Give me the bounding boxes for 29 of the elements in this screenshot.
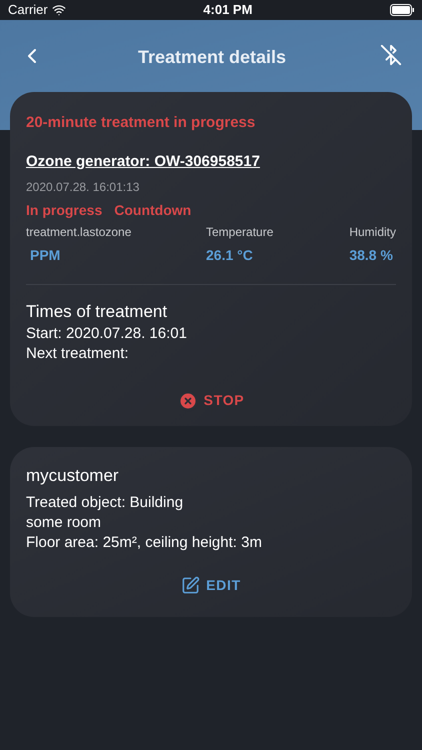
timestamp: 2020.07.28. 16:01:13 (26, 178, 140, 196)
bluetooth-off-button[interactable] (380, 44, 402, 66)
status-label: Countdown (114, 200, 192, 220)
close-icon (178, 390, 198, 410)
customer-name: mycustomer (26, 465, 120, 487)
time-line: Next treatment: (26, 344, 130, 364)
object-detail: Treated object: Building (26, 492, 184, 512)
metric-label: treatment.lastozone (26, 224, 132, 240)
wifi-icon (52, 3, 66, 17)
object-detail: Floor area: 25m², ceiling height: 3m (26, 532, 263, 552)
stop-button[interactable]: STOP (178, 390, 244, 411)
metric-value: PPM (29, 246, 62, 264)
carrier-label: Carrier (8, 1, 48, 20)
battery-icon (390, 4, 414, 16)
time-line: Start: 2020.07.28. 16:01 (26, 324, 188, 344)
screen-title: Treatment details (138, 46, 286, 69)
metric-label: Temperature (206, 224, 274, 240)
bluetooth-off-icon (380, 44, 402, 66)
clock: 4:01 PM (203, 1, 252, 20)
object-detail: some room (26, 512, 102, 532)
metric-value: 38.8 % (349, 246, 394, 264)
edit-icon (181, 576, 200, 594)
device-link[interactable]: Ozone generator: OW-306958517 (26, 152, 260, 170)
progress-message: 20-minute treatment in progress (26, 113, 256, 133)
metric-value: 26.1 °C (206, 246, 254, 264)
metric-label: Humidity (349, 224, 396, 240)
section-title: Times of treatment (26, 300, 168, 322)
status-label: In progress (26, 200, 102, 220)
edit-button[interactable]: EDIT (181, 574, 241, 596)
